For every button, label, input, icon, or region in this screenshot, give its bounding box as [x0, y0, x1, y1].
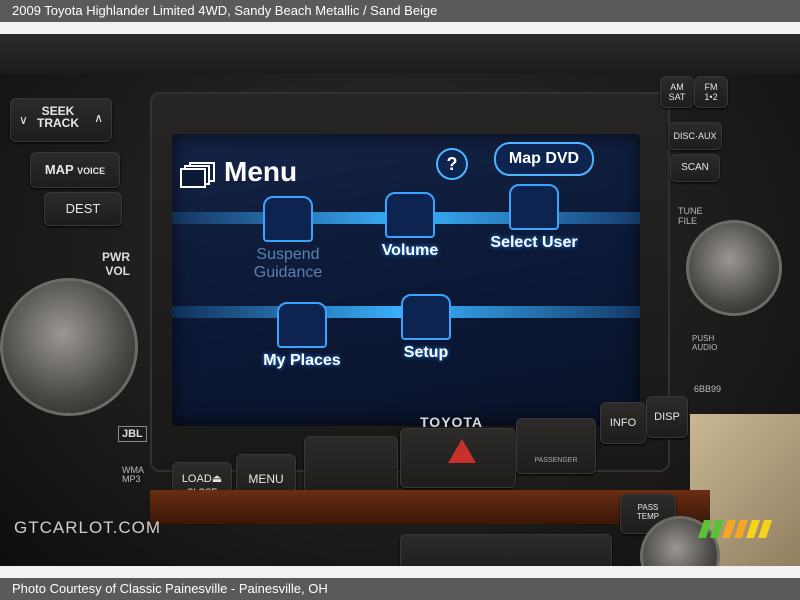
vol-label: VOL — [105, 264, 130, 278]
seek-up-icon: ∧ — [94, 111, 103, 125]
load-label: LOAD⏏ — [181, 473, 223, 485]
tune-label: TUNE — [678, 206, 703, 216]
scan-button[interactable]: SCAN — [670, 154, 720, 182]
dest-label: DEST — [65, 201, 101, 216]
am-label: AM — [670, 82, 684, 92]
disc-aux-label: DISC·AUX — [673, 131, 717, 141]
passenger-airbag-indicator: PASSENGER — [516, 418, 596, 474]
navigation-screen: Menu ? Map DVD Suspend Guidance Volume S… — [172, 134, 640, 426]
bottom-divider — [0, 566, 800, 578]
my-places-tile[interactable]: My Places — [252, 302, 352, 370]
pass-label: PASS — [637, 503, 659, 512]
setup-icon — [401, 294, 451, 340]
select-user-label: Select User — [490, 234, 578, 251]
top-divider — [0, 22, 800, 34]
watermark: GTCARLOT.COM — [14, 518, 162, 537]
user-clipboard-icon — [509, 184, 559, 230]
mp3-label: MP3 — [122, 474, 141, 484]
flag-icon — [277, 302, 327, 348]
dest-button[interactable]: DEST — [44, 192, 122, 226]
voice-label: VOICE — [77, 166, 106, 176]
blank-button-left[interactable] — [304, 436, 398, 494]
track-label: TRACK — [37, 116, 79, 130]
jbl-logo: JBL — [118, 426, 147, 442]
push-label: PUSH — [692, 334, 715, 343]
fm-band-label: 1•2 — [704, 92, 718, 102]
photo-credit: Photo Courtesy of Classic Painesville - … — [12, 581, 328, 596]
guidance-label: Guidance — [253, 264, 323, 281]
menu-icon — [180, 162, 215, 188]
am-sat-button[interactable]: AM SAT — [660, 76, 694, 108]
speaker-icon — [385, 192, 435, 238]
push-audio-label: PUSH AUDIO — [692, 334, 717, 352]
gtcarlot-stripes-logo — [698, 520, 772, 538]
help-button[interactable]: ? — [436, 148, 468, 180]
suspend-guidance-icon — [263, 196, 313, 242]
map-voice-button[interactable]: MAP VOICE — [30, 152, 120, 188]
sat-label: SAT — [668, 92, 686, 102]
fm-label: FM — [704, 82, 718, 92]
seek-down-icon: ∨ — [19, 113, 28, 127]
passenger-label: PASSENGER — [534, 457, 578, 464]
tune-file-label: TUNE FILE — [678, 206, 703, 226]
dashboard-photo: ∨ SEEK TRACK ∧ MAP VOICE DEST PWR VOL JB… — [0, 34, 800, 578]
volume-label: Volume — [381, 242, 439, 259]
setup-label: Setup — [403, 344, 449, 361]
scan-label: SCAN — [681, 162, 709, 173]
model-code-label: 6BB99 — [694, 384, 722, 394]
suspend-guidance-tile[interactable]: Suspend Guidance — [240, 196, 336, 282]
tune-file-knob[interactable] — [686, 220, 782, 316]
caption-header: 2009 Toyota Highlander Limited 4WD, Sand… — [0, 0, 800, 22]
file-label: FILE — [678, 216, 698, 226]
disp-label: DISP — [654, 411, 680, 423]
wma-mp3-label: WMA MP3 — [122, 466, 144, 484]
info-button[interactable]: INFO — [600, 402, 646, 444]
audio-label: AUDIO — [692, 343, 718, 352]
console-top-trim — [0, 34, 800, 74]
fm-button[interactable]: FM 1•2 — [694, 76, 728, 108]
suspend-label: Suspend — [256, 246, 320, 263]
menu-button-label: MENU — [248, 472, 284, 486]
map-label: MAP — [44, 162, 74, 177]
info-label: INFO — [609, 417, 637, 429]
seek-track-button[interactable]: ∨ SEEK TRACK ∧ — [10, 98, 112, 142]
setup-tile[interactable]: Setup — [386, 294, 466, 362]
caption-footer: Photo Courtesy of Classic Painesville - … — [0, 578, 800, 600]
select-user-tile[interactable]: Select User — [484, 184, 584, 252]
my-places-label: My Places — [263, 352, 341, 369]
caption-title: 2009 Toyota Highlander Limited 4WD, Sand… — [12, 3, 438, 18]
volume-tile[interactable]: Volume — [370, 192, 450, 260]
pwr-vol-label: PWR VOL — [102, 250, 130, 278]
pwr-label: PWR — [102, 250, 130, 264]
menu-title: Menu — [224, 156, 298, 187]
hazard-icon — [448, 439, 476, 463]
map-dvd-button[interactable]: Map DVD — [494, 142, 594, 176]
disc-aux-button[interactable]: DISC·AUX — [668, 122, 722, 150]
disp-button[interactable]: DISP — [646, 396, 688, 438]
power-volume-knob[interactable] — [0, 278, 138, 416]
